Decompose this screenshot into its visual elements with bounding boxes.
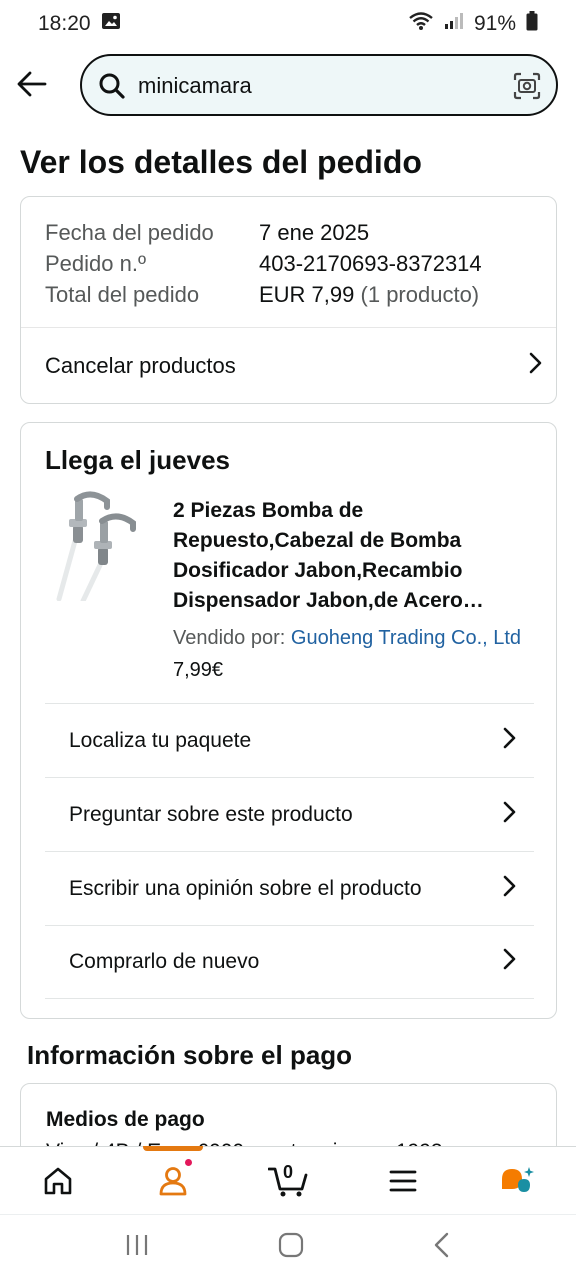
search-header: minicamara bbox=[0, 52, 576, 118]
seller-prefix: Vendido por: bbox=[173, 627, 286, 649]
nav-menu[interactable] bbox=[368, 1147, 438, 1215]
home-icon bbox=[44, 1167, 71, 1194]
bottom-nav: 0 bbox=[0, 1145, 576, 1215]
delivery-card: Llega el jueves 2 Piezas Bomba de Repues… bbox=[20, 422, 557, 1019]
order-total-value: EUR 7,99 bbox=[259, 282, 355, 307]
product-image[interactable] bbox=[41, 489, 151, 604]
order-date-row: Fecha del pedido 7 ene 2025 bbox=[45, 217, 482, 248]
home-button[interactable] bbox=[278, 1232, 304, 1263]
cancel-items-link[interactable]: Cancelar productos bbox=[45, 328, 542, 404]
product-price: 7,99€ bbox=[173, 659, 224, 681]
payment-methods-label: Medios de pago bbox=[46, 1108, 205, 1131]
ask-product-question-link[interactable]: Preguntar sobre este producto bbox=[45, 777, 534, 851]
home-circle-icon bbox=[278, 1232, 304, 1258]
chevron-right-icon bbox=[502, 727, 516, 755]
track-package-link[interactable]: Localiza tu paquete bbox=[45, 703, 534, 777]
recents-icon bbox=[126, 1235, 148, 1255]
nav-account[interactable] bbox=[138, 1145, 208, 1215]
write-review-label: Escribir una opinión sobre el producto bbox=[69, 876, 422, 900]
buy-again-link[interactable]: Comprarlo de nuevo bbox=[45, 925, 534, 999]
active-tab-indicator bbox=[142, 1145, 203, 1151]
recents-button[interactable] bbox=[124, 1233, 150, 1262]
chevron-right-icon bbox=[502, 948, 516, 976]
nav-rufus[interactable] bbox=[483, 1147, 553, 1215]
cancel-items-label: Cancelar productos bbox=[45, 353, 236, 378]
order-number-row: Pedido n.º 403-2170693-8372314 bbox=[45, 248, 482, 279]
arrow-left-icon bbox=[17, 71, 47, 97]
back-button[interactable] bbox=[14, 66, 50, 102]
product-title-link[interactable]: 2 Piezas Bomba de Repuesto,Cabezal de Bo… bbox=[173, 496, 535, 616]
order-total-row: Total del pedido EUR 7,99 (1 producto) bbox=[45, 279, 482, 310]
order-item-count: (1 producto) bbox=[360, 282, 480, 307]
chevron-right-icon bbox=[528, 352, 542, 380]
seller-link[interactable]: Guoheng Trading Co., Ltd bbox=[291, 627, 521, 649]
rufus-icon bbox=[502, 1166, 535, 1192]
chevron-right-icon bbox=[502, 801, 516, 829]
order-number-value: 403-2170693-8372314 bbox=[259, 251, 482, 276]
system-back-icon bbox=[434, 1232, 449, 1258]
search-input[interactable]: minicamara bbox=[80, 54, 558, 116]
order-date-label: Fecha del pedido bbox=[45, 220, 214, 245]
notification-dot bbox=[182, 1156, 194, 1168]
chevron-right-icon bbox=[502, 875, 516, 903]
ask-product-question-label: Preguntar sobre este producto bbox=[69, 802, 353, 826]
track-package-label: Localiza tu paquete bbox=[69, 728, 252, 752]
camera-search-icon[interactable] bbox=[512, 71, 542, 106]
order-summary-card: Fecha del pedido 7 ene 2025 Pedido n.º 4… bbox=[20, 196, 557, 404]
order-date-value: 7 ene 2025 bbox=[259, 220, 370, 245]
delivery-status-title: Llega el jueves bbox=[45, 445, 230, 475]
search-icon bbox=[98, 72, 126, 105]
wifi-icon bbox=[408, 11, 434, 37]
status-time: 18:20 bbox=[38, 12, 91, 35]
order-actions-list: Localiza tu paquete Preguntar sobre este… bbox=[45, 703, 534, 999]
signal-icon bbox=[444, 12, 464, 36]
battery-percent: 91% bbox=[473, 12, 516, 35]
gallery-notification-icon bbox=[101, 12, 121, 36]
nav-cart[interactable]: 0 bbox=[253, 1147, 323, 1215]
menu-icon bbox=[389, 1170, 417, 1191]
nav-home[interactable] bbox=[23, 1147, 93, 1215]
system-nav-bar bbox=[0, 1214, 576, 1280]
order-total-label: Total del pedido bbox=[45, 282, 200, 307]
cart-count-badge: 0 bbox=[282, 1161, 293, 1182]
buy-again-label: Comprarlo de nuevo bbox=[69, 950, 260, 973]
system-back-button[interactable] bbox=[432, 1232, 452, 1263]
page-title: Ver los detalles del pedido bbox=[20, 144, 422, 180]
search-query: minicamara bbox=[138, 73, 252, 98]
battery-icon bbox=[526, 11, 538, 37]
write-review-link[interactable]: Escribir una opinión sobre el producto bbox=[45, 851, 534, 925]
status-bar: 18:20 91% bbox=[0, 0, 576, 48]
account-icon bbox=[159, 1166, 187, 1195]
payment-info-heading: Información sobre el pago bbox=[27, 1040, 353, 1070]
order-number-label: Pedido n.º bbox=[45, 251, 146, 276]
seller-line: Vendido por: Guoheng Trading Co., Ltd bbox=[173, 627, 521, 650]
